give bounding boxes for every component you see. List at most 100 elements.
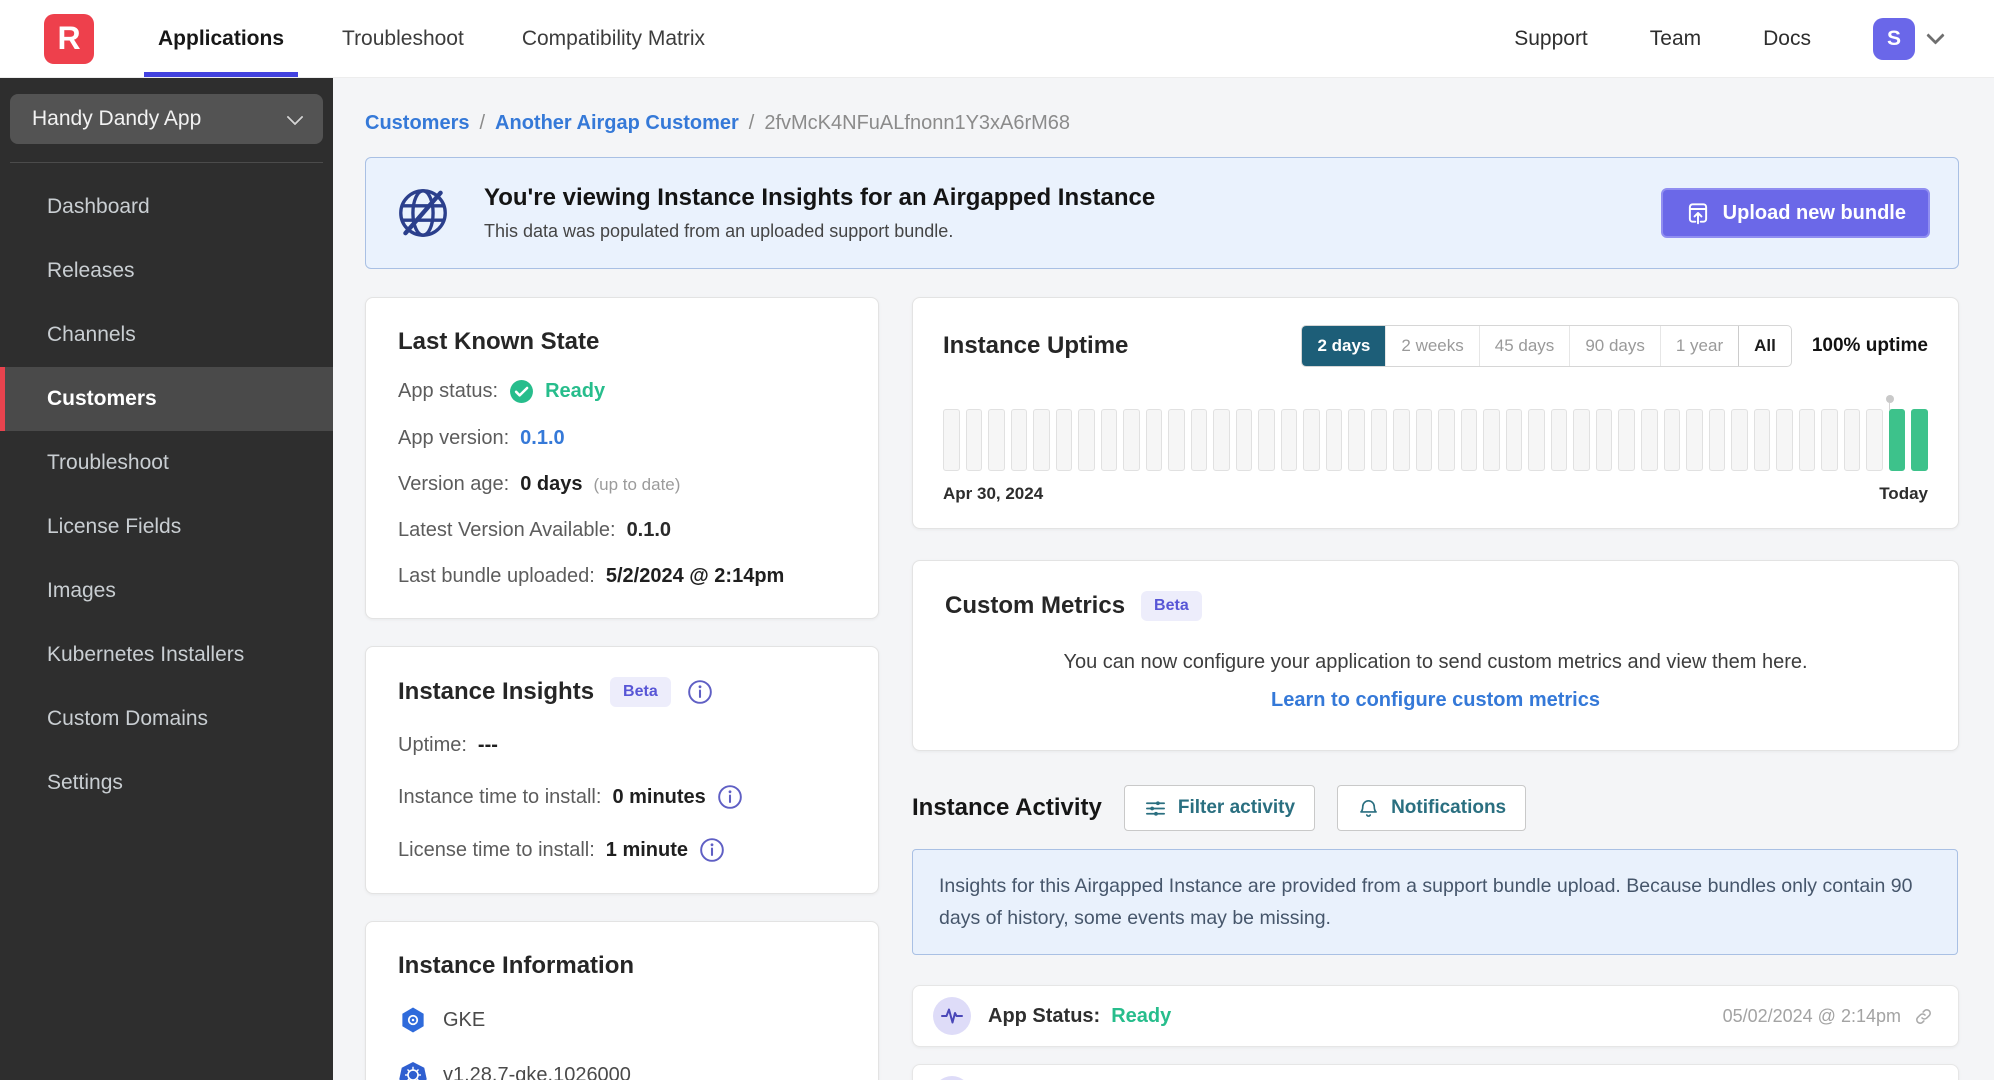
range-button-2-days[interactable]: 2 days [1302, 326, 1386, 366]
breadcrumb: Customers / Another Airgap Customer / 2f… [365, 112, 1959, 135]
nav-item-docs[interactable]: Docs [1763, 27, 1811, 51]
uptime-bar-no-data [1213, 409, 1230, 471]
sidebar-item-license-fields[interactable]: License Fields [0, 495, 333, 559]
custom-metrics-description: You can now configure your application t… [1063, 651, 1808, 673]
range-button-all[interactable]: All [1738, 326, 1791, 366]
uptime-bar-no-data [1573, 409, 1590, 471]
chart-start-label: Apr 30, 2024 [943, 484, 1044, 503]
chart-end-label: Today [1879, 484, 1928, 503]
nav-item-team[interactable]: Team [1650, 27, 1701, 51]
app-version-row: App version: 0.1.0 [398, 427, 846, 450]
avatar[interactable]: S [1873, 17, 1915, 60]
upload-icon [1688, 203, 1707, 225]
sidebar-item-kubernetes-installers[interactable]: Kubernetes Installers [0, 623, 333, 687]
info-icon[interactable] [699, 837, 725, 863]
nav-item-support[interactable]: Support [1514, 27, 1588, 51]
app-selector-label: Handy Dandy App [32, 107, 202, 130]
sidebar-item-releases[interactable]: Releases [0, 239, 333, 303]
activity-row-timestamp: 05/02/2024 @ 2:14pm [1722, 1005, 1901, 1026]
distribution-value: GKE [443, 1008, 486, 1031]
sidebar-divider [10, 162, 323, 163]
uptime-bar-no-data [1010, 409, 1028, 471]
uptime-bar-no-data [965, 409, 983, 471]
filter-icon [1145, 800, 1165, 816]
activity-row-label: App Status: [988, 1004, 1101, 1027]
uptime-bar-no-data [1843, 409, 1861, 471]
app-version-link[interactable]: 0.1.0 [520, 427, 564, 450]
account-menu[interactable]: S [1873, 17, 1945, 60]
nav-item-compatibility-matrix[interactable]: Compatibility Matrix [522, 0, 705, 77]
distribution-row: GKE [398, 1005, 846, 1035]
bell-icon [1360, 799, 1377, 817]
uptime-bar-no-data [1753, 409, 1771, 471]
uptime-bar-no-data [1033, 409, 1050, 471]
banner-text: You're viewing Instance Insights for an … [484, 184, 1155, 242]
airgap-activity-note: Insights for this Airgapped Instance are… [912, 849, 1958, 956]
app-status-value: Ready [545, 380, 606, 402]
custom-metrics-card: Custom Metrics Beta You can now configur… [912, 560, 1959, 751]
card-title: Custom Metrics [945, 592, 1126, 619]
uptime-bar-no-data [1640, 409, 1658, 471]
card-title: Instance Information [398, 952, 635, 979]
top-navigation-bar: R Applications Troubleshoot Compatibility … [0, 0, 1994, 78]
license-install-row: License time to install: 1 minute [398, 837, 846, 863]
sidebar-item-troubleshoot[interactable]: Troubleshoot [0, 431, 333, 495]
uptime-label: Uptime: [398, 734, 467, 756]
globe-slash-icon [399, 189, 447, 237]
sidebar-item-custom-domains[interactable]: Custom Domains [0, 687, 333, 751]
uptime-bar-no-data [1348, 409, 1365, 471]
instance-uptime-card: Instance Uptime 2 days 2 weeks 45 days 90 d… [912, 297, 1959, 529]
uptime-bar-no-data [1595, 409, 1613, 471]
breadcrumb-customers[interactable]: Customers [365, 112, 469, 135]
version-age-note: (up to date) [593, 474, 681, 494]
uptime-row: Uptime: --- [398, 734, 846, 757]
uptime-bar-no-data [1055, 409, 1073, 471]
uptime-marker-dot [1885, 395, 1894, 410]
app-selector-dropdown[interactable]: Handy Dandy App [10, 94, 323, 144]
uptime-bar-no-data [1145, 409, 1163, 471]
uptime-bar-no-data [1550, 409, 1568, 471]
uptime-bar-no-data [1731, 409, 1748, 471]
uptime-bar-no-data [1303, 409, 1320, 471]
app-sidebar: Handy Dandy App Dashboard Releases Channel… [0, 78, 333, 1080]
uptime-bar-no-data [1686, 409, 1703, 471]
k8s-version-row: v1.28.7-gke.1026000 [398, 1060, 846, 1080]
nav-item-troubleshoot[interactable]: Troubleshoot [342, 0, 464, 77]
pulse-icon [933, 1076, 971, 1080]
replicated-logo[interactable]: R [44, 13, 94, 64]
info-icon[interactable] [687, 679, 713, 705]
uptime-bar-no-data [1505, 409, 1523, 471]
uptime-bar-no-data [1663, 409, 1681, 471]
range-button-2-weeks[interactable]: 2 weeks [1385, 326, 1478, 366]
instance-install-label: Instance time to install: [398, 785, 602, 808]
nav-item-applications[interactable]: Applications [143, 0, 299, 77]
beta-badge: Beta [1141, 591, 1202, 621]
info-icon[interactable] [717, 784, 743, 810]
card-title: Instance Uptime [943, 332, 1129, 359]
version-age-label: Version age: [398, 473, 510, 495]
uptime-bar-no-data [1415, 409, 1433, 471]
last-bundle-row: Last bundle uploaded: 5/2/2024 @ 2:14pm [398, 565, 846, 588]
app-status-label: App status: [398, 380, 499, 402]
pulse-icon [933, 997, 971, 1036]
range-button-1-year[interactable]: 1 year [1659, 326, 1738, 366]
link-icon[interactable] [1913, 1006, 1934, 1027]
uptime-bar-no-data [1618, 409, 1635, 471]
notifications-button[interactable]: Notifications [1337, 785, 1527, 831]
range-button-45-days[interactable]: 45 days [1478, 326, 1570, 366]
sidebar-item-settings[interactable]: Settings [0, 751, 333, 815]
breadcrumb-customer-name[interactable]: Another Airgap Customer [495, 112, 739, 135]
gke-icon [402, 1007, 424, 1033]
sidebar-item-dashboard[interactable]: Dashboard [0, 175, 333, 239]
chevron-down-icon[interactable] [1926, 25, 1945, 45]
configure-custom-metrics-link[interactable]: Learn to configure custom metrics [945, 689, 1926, 712]
filter-activity-button[interactable]: Filter activity [1123, 785, 1316, 831]
kubernetes-icon [399, 1062, 427, 1080]
latest-version-row: Latest Version Available: 0.1.0 [398, 519, 846, 542]
range-button-90-days[interactable]: 90 days [1569, 326, 1660, 366]
sidebar-item-channels[interactable]: Channels [0, 303, 333, 367]
upload-new-bundle-button[interactable]: Upload new bundle [1660, 188, 1930, 238]
sidebar-item-customers[interactable]: Customers [0, 367, 333, 431]
sidebar-item-images[interactable]: Images [0, 559, 333, 623]
instance-activity-title: Instance Activity [912, 794, 1102, 821]
